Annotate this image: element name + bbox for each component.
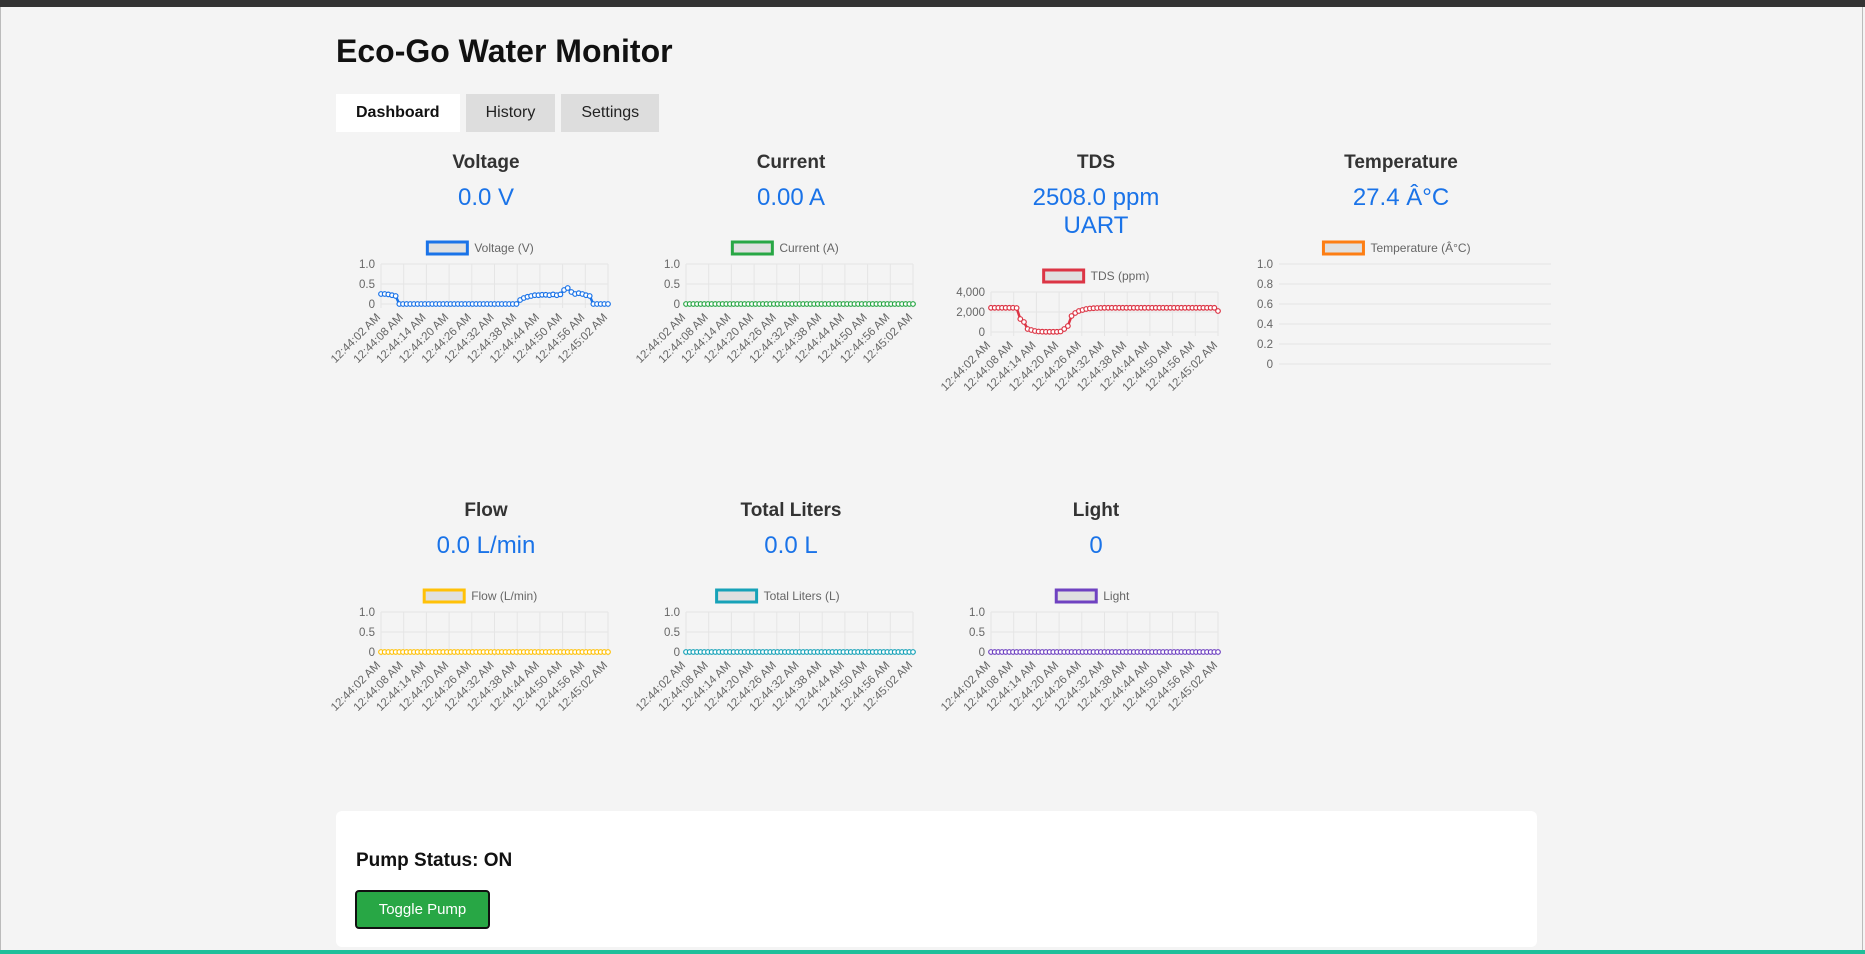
temperature-y-tick: 0.6: [1257, 299, 1273, 311]
voltage-data-point: [392, 293, 399, 299]
total-liters-value: 0.0 L: [764, 532, 818, 559]
light-legend-swatch: [1054, 588, 1098, 604]
flow-y-tick: 0.5: [359, 627, 375, 639]
tds-source: UART: [1063, 212, 1129, 239]
temperature-y-tick: 1.0: [1257, 259, 1273, 271]
flow-legend-swatch: [422, 588, 466, 604]
pump-status: Pump Status: ON: [356, 850, 513, 871]
voltage-data-point: [586, 293, 593, 299]
voltage-chart: Voltage (V)1.00.5012:44:02 AM12:44:08 AM…: [329, 240, 611, 366]
tab-settings[interactable]: Settings: [561, 94, 660, 132]
tds-legend-swatch: [1042, 268, 1086, 284]
flow-label: Flow: [464, 500, 508, 521]
current-chart: Current (A)1.00.5012:44:02 AM12:44:08 AM…: [634, 240, 916, 366]
tds-legend-label: TDS (ppm): [1091, 269, 1150, 283]
voltage-y-tick: 1.0: [359, 259, 375, 271]
flow-chart: Flow (L/min)1.00.5012:44:02 AM12:44:08 A…: [329, 588, 611, 714]
light-label: Light: [1072, 500, 1120, 521]
current-y-tick: 1.0: [664, 259, 680, 271]
window-top-bar: [0, 0, 1865, 7]
tds-data-point: [1064, 323, 1071, 329]
total-liters-chart: Total Liters (L)1.00.5012:44:02 AM12:44:…: [634, 588, 916, 714]
tab-dashboard[interactable]: Dashboard: [336, 94, 460, 132]
voltage-legend-label: Voltage (V): [474, 241, 533, 255]
temperature-value: 27.4 Â°C: [1352, 184, 1450, 211]
flow-y-tick: 0: [369, 647, 375, 659]
window-frame: [0, 7, 1863, 950]
page-title: Eco-Go Water Monitor: [336, 33, 673, 69]
tds-y-tick: 0: [979, 327, 985, 339]
current-data-point: [910, 301, 916, 307]
temperature-chart: Temperature (Â°C) 1.0 0.8 0.6 0.4 0.2 0: [1257, 240, 1551, 371]
voltage-data-point: [605, 301, 611, 307]
flow-data-point: [605, 649, 611, 655]
voltage-label: Voltage: [452, 152, 520, 173]
light-chart: Light1.00.5012:44:02 AM12:44:08 AM12:44:…: [939, 588, 1221, 714]
current-legend-label: Current (A): [779, 241, 838, 255]
current-legend-swatch: [730, 240, 774, 256]
voltage-data-point: [557, 291, 564, 298]
current-y-tick: 0.5: [664, 279, 680, 291]
tds-label: TDS: [1077, 152, 1115, 173]
tab-bar: Dashboard History Settings: [336, 94, 660, 132]
flow-y-tick: 1.0: [359, 607, 375, 619]
toggle-pump-button[interactable]: Toggle Pump: [355, 890, 490, 929]
current-y-tick: 0: [674, 299, 680, 311]
temperature-y-tick: 0.4: [1257, 319, 1274, 331]
voltage-legend-swatch: [425, 240, 469, 256]
current-label: Current: [756, 152, 826, 173]
tab-history[interactable]: History: [465, 94, 556, 132]
voltage-data-point: [513, 301, 520, 307]
flow-value: 0.0 L/min: [436, 532, 536, 559]
flow-legend-label: Flow (L/min): [471, 589, 537, 603]
pump-panel: Pump Status: ON Toggle Pump: [336, 811, 1537, 947]
voltage-value: 0.0 V: [457, 184, 515, 211]
total-liters-legend-label: Total Liters (L): [764, 589, 840, 603]
tds-y-tick: 4,000: [956, 287, 985, 299]
light-value: 0: [1089, 532, 1103, 559]
tds-data-point: [1215, 308, 1221, 314]
window-bottom-bar: [0, 950, 1865, 954]
voltage-data-point: [564, 285, 571, 291]
voltage-y-tick: 0: [369, 299, 375, 311]
light-y-tick: 0.5: [969, 627, 985, 639]
temperature-y-tick: 0.2: [1257, 339, 1273, 351]
tds-data-point: [1021, 319, 1027, 325]
temperature-legend-label: Temperature (Â°C): [1370, 240, 1470, 255]
temperature-legend-swatch: [1321, 240, 1365, 256]
temperature-label: Temperature: [1344, 152, 1458, 173]
total-liters-label: Total Liters: [740, 500, 842, 521]
total-liters-y-tick: 0.5: [664, 627, 680, 639]
tds-chart: TDS (ppm)4,0002,000012:44:02 AM12:44:08 …: [939, 268, 1221, 394]
total-liters-y-tick: 0: [674, 647, 680, 659]
tds-value: 2508.0 ppm: [1032, 184, 1160, 211]
current-value: 0.00 A: [756, 184, 826, 211]
light-y-tick: 0: [979, 647, 985, 659]
voltage-y-tick: 0.5: [359, 279, 375, 291]
temperature-y-tick: 0.8: [1257, 279, 1273, 291]
light-legend-label: Light: [1103, 589, 1130, 603]
tds-data-point: [1013, 305, 1020, 311]
total-liters-y-tick: 1.0: [664, 607, 680, 619]
light-y-tick: 1.0: [969, 607, 985, 619]
light-data-point: [1215, 649, 1221, 655]
total-liters-data-point: [910, 649, 916, 655]
temperature-y-tick: 0: [1267, 359, 1273, 371]
total-liters-legend-swatch: [715, 588, 759, 604]
tds-y-tick: 2,000: [956, 307, 985, 319]
